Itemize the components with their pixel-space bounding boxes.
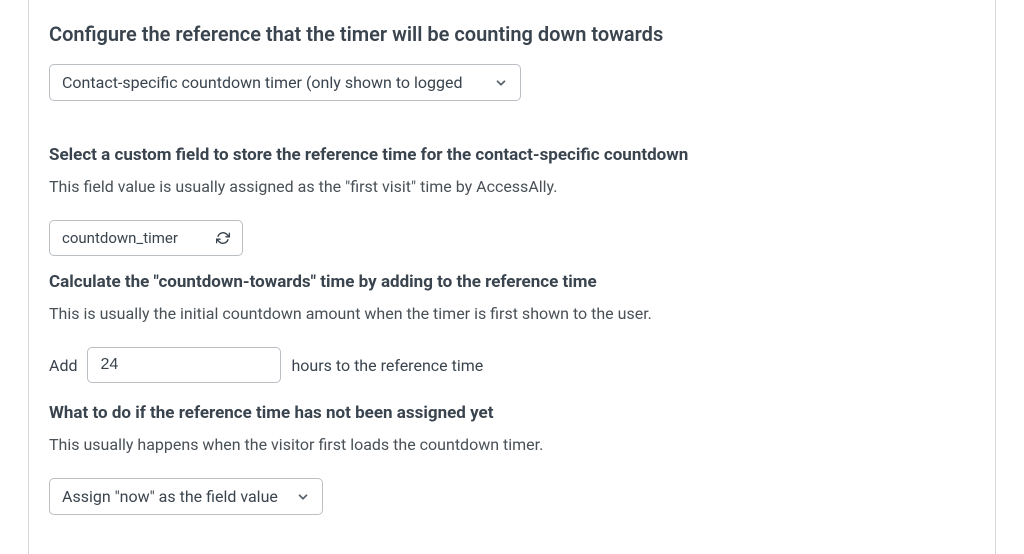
timer-type-select[interactable]: Contact-specific countdown timer (only s… (49, 64, 521, 101)
custom-field-select[interactable]: countdown_timer (49, 220, 243, 256)
unassigned-action-select[interactable]: Assign "now" as the field value (49, 478, 323, 515)
section2-heading: Select a custom field to store the refer… (49, 145, 975, 165)
section1-heading: Configure the reference that the timer w… (49, 22, 975, 46)
hours-row: Add hours to the reference time (49, 347, 975, 383)
custom-field-value: countdown_timer (62, 229, 178, 247)
section3-heading: Calculate the "countdown-towards" time b… (49, 272, 975, 292)
timer-type-value: Contact-specific countdown timer (only s… (62, 73, 463, 92)
section4-heading: What to do if the reference time has not… (49, 403, 975, 423)
hours-suffix: hours to the reference time (291, 356, 483, 375)
chevron-down-icon (296, 490, 310, 504)
config-panel: Configure the reference that the timer w… (28, 0, 996, 554)
refresh-icon (216, 231, 230, 245)
add-label: Add (49, 356, 77, 375)
section2-description: This field value is usually assigned as … (49, 177, 975, 196)
unassigned-action-value: Assign "now" as the field value (62, 487, 278, 506)
hours-input[interactable] (87, 347, 281, 383)
chevron-down-icon (494, 76, 508, 90)
section4-description: This usually happens when the visitor fi… (49, 435, 975, 454)
section3-description: This is usually the initial countdown am… (49, 304, 975, 323)
